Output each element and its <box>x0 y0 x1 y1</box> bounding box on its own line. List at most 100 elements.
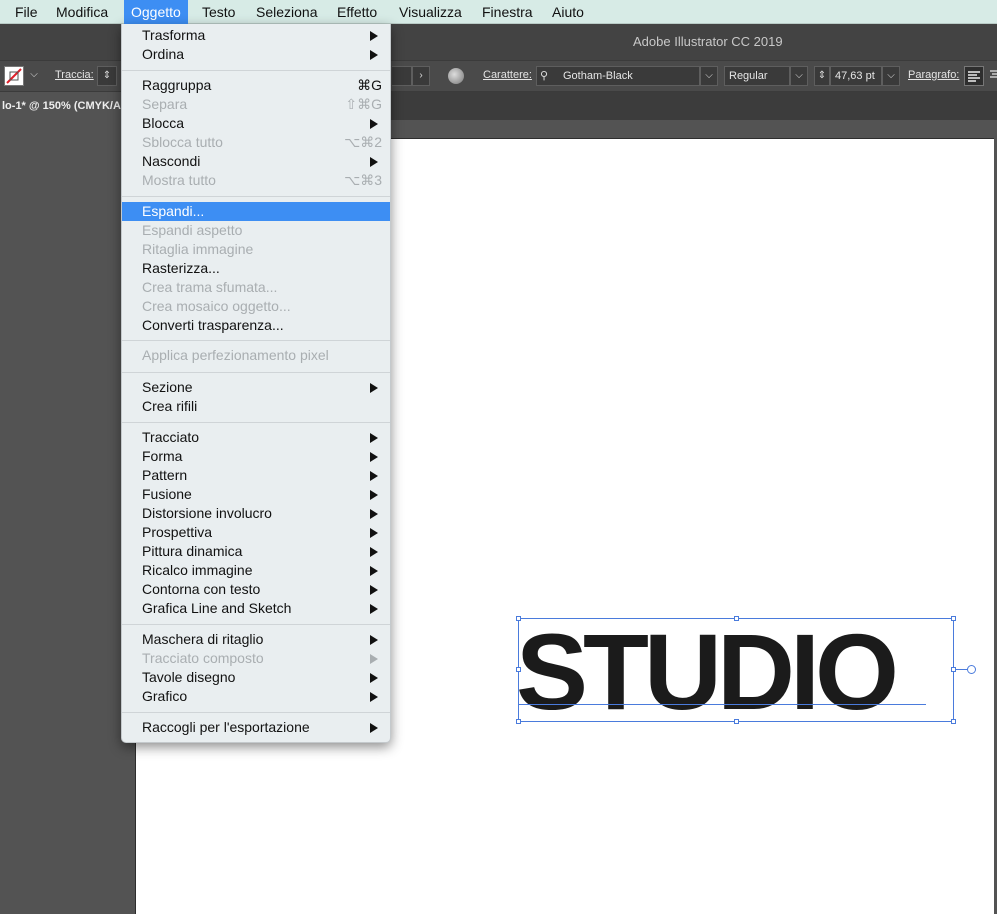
menu-item-label: Prospettiva <box>142 524 213 540</box>
menu-item-nascondi[interactable]: Nascondi <box>122 152 390 171</box>
menu-item-converti-trasparenza[interactable]: Converti trasparenza... <box>122 316 390 335</box>
menubar-aiuto[interactable]: Aiuto <box>545 0 591 24</box>
menu-item-trasforma[interactable]: Trasforma <box>122 26 390 45</box>
submenu-arrow-icon <box>370 383 378 393</box>
menubar-visualizza[interactable]: Visualizza <box>392 0 469 24</box>
font-size-field[interactable]: 47,63 pt <box>830 66 882 86</box>
menu-item-label: Crea rifili <box>142 398 198 414</box>
menu-item-fusione[interactable]: Fusione <box>122 485 390 504</box>
menubar-testo[interactable]: Testo <box>195 0 242 24</box>
submenu-arrow-icon <box>370 635 378 645</box>
menu-item-crea-trama-sfumata: Crea trama sfumata... <box>122 278 390 297</box>
handle-middle-left[interactable] <box>516 667 521 672</box>
menu-item-label: Distorsione involucro <box>142 505 272 521</box>
menu-item-crea-rifili[interactable]: Crea rifili <box>122 397 390 416</box>
menu-item-raccogli-per-l-esportazione[interactable]: Raccogli per l'esportazione <box>122 718 390 737</box>
toolbar-hidden-field[interactable] <box>392 66 412 86</box>
menu-item-label: Trasforma <box>142 27 206 43</box>
recolor-icon[interactable] <box>448 68 464 84</box>
submenu-arrow-icon <box>370 157 378 167</box>
align-left-button[interactable] <box>964 66 984 86</box>
menu-item-label: Tavole disegno <box>142 669 236 685</box>
menubar-effetto[interactable]: Effetto <box>330 0 384 24</box>
menu-item-distorsione-involucro[interactable]: Distorsione involucro <box>122 504 390 523</box>
menu-bar: File Modifica Oggetto Testo Seleziona Ef… <box>0 0 997 24</box>
menu-item-tavole-disegno[interactable]: Tavole disegno <box>122 668 390 687</box>
menu-item-raggruppa[interactable]: Raggruppa ⌘G <box>122 76 390 95</box>
align-center-icon <box>990 70 997 78</box>
handle-bottom-center[interactable] <box>734 719 739 724</box>
align-left-icon <box>968 71 980 82</box>
menu-item-prospettiva[interactable]: Prospettiva <box>122 523 390 542</box>
font-style-dropdown[interactable]: ⌵ <box>790 66 808 86</box>
submenu-arrow-icon <box>370 50 378 60</box>
menu-item-mostra-tutto: Mostra tutto ⌥⌘3 <box>122 171 390 190</box>
submenu-arrow-icon <box>370 528 378 538</box>
menu-separator <box>122 340 390 341</box>
font-size-dropdown[interactable]: ⌵ <box>882 66 900 86</box>
menu-separator <box>122 196 390 197</box>
menubar-seleziona[interactable]: Seleziona <box>249 0 325 24</box>
menu-item-label: Sblocca tutto <box>142 134 223 150</box>
menu-item-espandi[interactable]: Espandi... <box>122 202 390 221</box>
stroke-label[interactable]: Traccia: <box>55 69 94 81</box>
handle-top-center[interactable] <box>734 616 739 621</box>
selection-bounding-box[interactable] <box>518 618 954 722</box>
menu-item-espandi-aspetto: Espandi aspetto <box>122 221 390 240</box>
handle-top-right[interactable] <box>951 616 956 621</box>
paragraph-label[interactable]: Paragrafo: <box>908 69 959 81</box>
menu-item-ordina[interactable]: Ordina <box>122 45 390 64</box>
stroke-chevron-down-icon[interactable]: ⌵ <box>26 66 42 86</box>
font-size-stepper[interactable]: ⇕ <box>814 66 830 86</box>
align-center-button[interactable] <box>988 66 997 86</box>
menubar-finestra[interactable]: Finestra <box>475 0 540 24</box>
menu-item-grafico[interactable]: Grafico <box>122 687 390 706</box>
menu-item-applica-perfezionamento-pixel: Applica perfezionamento pixel <box>122 346 390 365</box>
menu-item-blocca[interactable]: Blocca <box>122 114 390 133</box>
submenu-arrow-icon <box>370 673 378 683</box>
menubar-oggetto[interactable]: Oggetto <box>124 0 188 24</box>
menu-item-label: Blocca <box>142 115 185 131</box>
menu-item-pittura-dinamica[interactable]: Pittura dinamica <box>122 542 390 561</box>
menu-item-label: Nascondi <box>142 153 201 169</box>
chevron-right-icon[interactable]: › <box>412 66 430 86</box>
menu-item-label: Applica perfezionamento pixel <box>142 347 329 363</box>
menu-item-label: Forma <box>142 448 183 464</box>
font-family-value: Gotham-Black <box>563 70 633 82</box>
font-family-field[interactable]: Gotham-Black <box>536 66 700 86</box>
menu-item-label: Tracciato composto <box>142 650 264 666</box>
document-tab[interactable]: lo-1* @ 150% (CMYK/Ar <box>0 92 124 120</box>
menu-item-contorna-con-testo[interactable]: Contorna con testo <box>122 580 390 599</box>
handle-bottom-left[interactable] <box>516 719 521 724</box>
menubar-file[interactable]: File <box>8 0 45 24</box>
menu-item-sezione[interactable]: Sezione <box>122 378 390 397</box>
stroke-none-swatch[interactable] <box>4 66 24 86</box>
menu-item-shortcut: ⌥⌘3 <box>344 172 382 188</box>
stroke-weight-stepper[interactable]: ⇕ <box>97 66 117 86</box>
menu-item-ricalco-immagine[interactable]: Ricalco immagine <box>122 561 390 580</box>
menu-item-forma[interactable]: Forma <box>122 447 390 466</box>
submenu-arrow-icon <box>370 723 378 733</box>
menu-item-label: Pittura dinamica <box>142 543 243 559</box>
handle-top-left[interactable] <box>516 616 521 621</box>
text-out-port[interactable] <box>967 665 976 674</box>
font-family-dropdown[interactable]: ⌵ <box>700 66 718 86</box>
menu-item-maschera-di-ritaglio[interactable]: Maschera di ritaglio <box>122 630 390 649</box>
submenu-arrow-icon <box>370 585 378 595</box>
menu-item-grafica-line-and-sketch[interactable]: Grafica Line and Sketch <box>122 599 390 618</box>
menu-item-label: Contorna con testo <box>142 581 261 597</box>
menu-item-tracciato[interactable]: Tracciato <box>122 428 390 447</box>
menu-separator <box>122 422 390 423</box>
menu-item-label: Espandi aspetto <box>142 222 243 238</box>
menu-item-pattern[interactable]: Pattern <box>122 466 390 485</box>
menu-item-ritaglia-immagine: Ritaglia immagine <box>122 240 390 259</box>
submenu-arrow-icon <box>370 452 378 462</box>
character-label[interactable]: Carattere: <box>483 69 532 81</box>
font-style-field[interactable]: Regular <box>724 66 790 86</box>
menu-item-separa: Separa ⇧⌘G <box>122 95 390 114</box>
tools-area <box>0 120 135 914</box>
handle-bottom-right[interactable] <box>951 719 956 724</box>
menubar-modifica[interactable]: Modifica <box>49 0 115 24</box>
menu-item-rasterizza[interactable]: Rasterizza... <box>122 259 390 278</box>
menu-item-label: Converti trasparenza... <box>142 317 284 333</box>
